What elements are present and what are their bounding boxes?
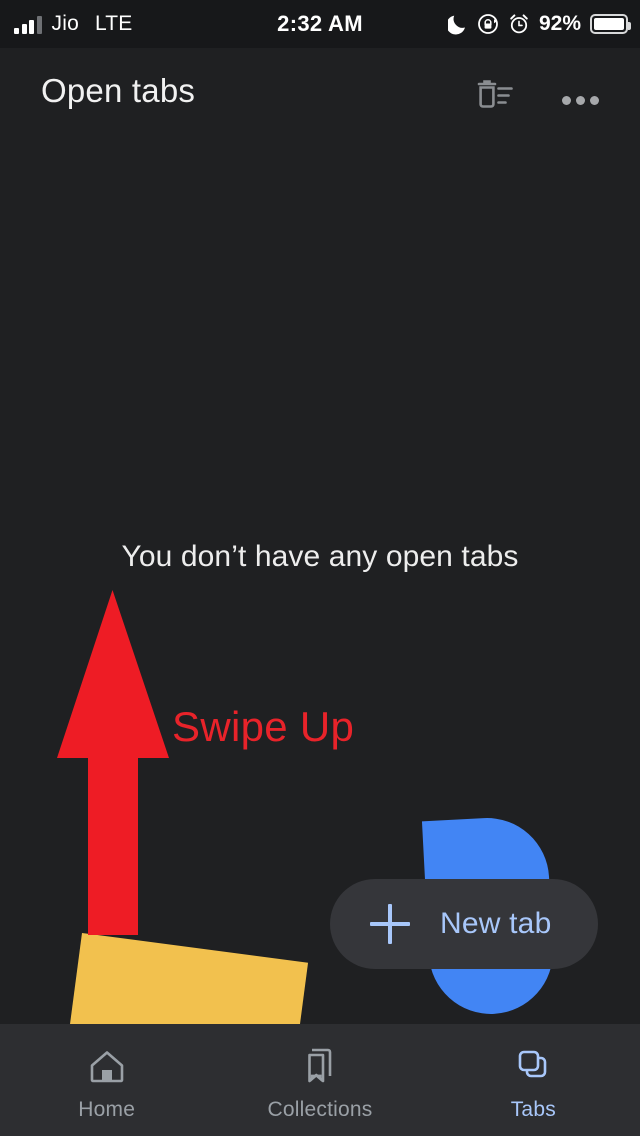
alarm-clock-icon	[508, 13, 530, 35]
trash-list-icon	[473, 79, 515, 122]
new-tab-button[interactable]: New tab	[330, 879, 598, 969]
bottom-navigation-bar: Home Collections Tabs	[0, 1024, 640, 1136]
nav-item-home-label: Home	[78, 1098, 136, 1121]
overflow-menu-button[interactable]	[552, 76, 608, 124]
app-header: Open tabs	[0, 48, 640, 148]
rotation-lock-icon	[477, 13, 499, 35]
home-icon	[85, 1044, 129, 1088]
battery-icon	[590, 14, 631, 34]
empty-state-message: You don’t have any open tabs	[121, 540, 519, 573]
swipe-up-annotation-label: Swipe Up	[172, 703, 355, 750]
plus-icon	[370, 904, 410, 944]
tabs-icon	[511, 1044, 555, 1088]
nav-item-tabs[interactable]: Tabs	[427, 1024, 640, 1136]
browser-tabs-screen: Jio LTE 2:32 AM 92% Open tabs You don’t …	[0, 0, 640, 1136]
swipe-up-arrow-annotation	[55, 590, 170, 935]
status-bar: Jio LTE 2:32 AM 92%	[0, 0, 640, 48]
nav-item-home[interactable]: Home	[0, 1024, 213, 1136]
more-horizontal-icon-dot	[589, 95, 599, 105]
more-horizontal-icon-dot	[575, 95, 585, 105]
nav-item-collections-label: Collections	[267, 1098, 373, 1121]
close-all-tabs-button[interactable]	[466, 76, 522, 124]
page-title: Open tabs	[41, 72, 196, 109]
do-not-disturb-moon-icon	[447, 13, 468, 35]
status-bar-right: 92%	[447, 0, 631, 48]
more-horizontal-icon-dot	[561, 95, 571, 105]
battery-percent-label: 92%	[538, 12, 581, 35]
collections-bookmark-icon	[298, 1044, 342, 1088]
nav-item-collections[interactable]: Collections	[213, 1024, 426, 1136]
new-tab-label: New tab	[440, 907, 552, 940]
nav-item-tabs-label: Tabs	[510, 1098, 556, 1121]
